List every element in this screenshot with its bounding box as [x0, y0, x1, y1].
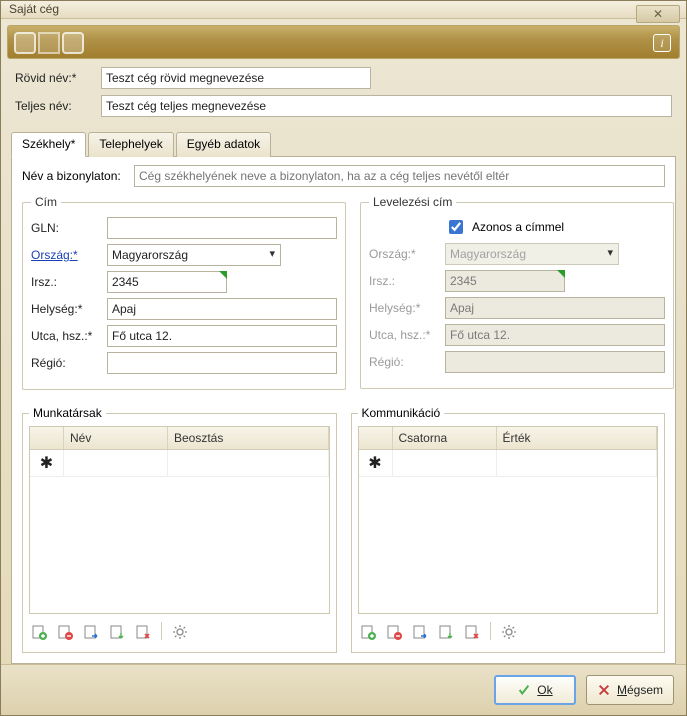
workers-grid[interactable]: Név Beosztás ✱ — [29, 426, 330, 614]
country-select[interactable]: Magyarország — [107, 244, 281, 266]
short-name-input[interactable] — [101, 67, 371, 89]
header-form: Rövid név:* Teljes név: — [1, 59, 686, 127]
cancel-label: Mégsem — [617, 683, 663, 697]
same-address-checkbox[interactable] — [449, 220, 463, 234]
col-value[interactable]: Érték — [497, 427, 658, 449]
mail-country-select: Magyarország — [445, 243, 619, 265]
mail-zip-label: Irsz.: — [369, 274, 445, 288]
window-title: Saját cég — [9, 2, 59, 16]
tab-egyeb[interactable]: Egyéb adatok — [176, 132, 271, 157]
city-label: Helység:* — [31, 302, 107, 316]
move-icon[interactable] — [410, 622, 430, 642]
tab-szekhely[interactable]: Székhely* — [11, 132, 86, 157]
comm-legend: Kommunikáció — [358, 406, 445, 420]
mail-region-input — [445, 351, 665, 373]
new-row[interactable]: ✱ — [30, 450, 329, 477]
tab-bar: Székhely* Telephelyek Egyéb adatok — [11, 131, 676, 157]
city-input[interactable] — [107, 298, 337, 320]
tab-telephelyek[interactable]: Telephelyek — [88, 132, 173, 157]
dialog-footer: Ok Mégsem — [1, 664, 686, 715]
import-icon[interactable] — [436, 622, 456, 642]
country-link[interactable]: Ország:* — [31, 248, 107, 262]
full-name-label: Teljes név: — [15, 99, 101, 113]
gln-label: GLN: — [31, 221, 107, 235]
decor-square — [38, 32, 60, 54]
biz-name-input[interactable] — [134, 165, 665, 187]
grid-rowheader — [359, 427, 393, 449]
mail-street-input — [445, 324, 665, 346]
grid-rowheader — [30, 427, 64, 449]
import-icon[interactable] — [107, 622, 127, 642]
biz-name-label: Név a bizonylaton: — [22, 169, 134, 183]
comm-grid[interactable]: Csatorna Érték ✱ — [358, 426, 659, 614]
mail-street-label: Utca, hsz.:* — [369, 328, 445, 342]
same-address-label: Azonos a címmel — [472, 220, 564, 234]
col-role[interactable]: Beosztás — [168, 427, 329, 449]
full-name-input[interactable] — [101, 95, 672, 117]
workers-legend: Munkatársak — [29, 406, 106, 420]
delete-icon[interactable] — [462, 622, 482, 642]
dialog-window: Saját cég ✕ i Rövid név:* Teljes név: Sz… — [0, 0, 687, 716]
mail-city-label: Helység:* — [369, 301, 445, 315]
mail-country-label: Ország:* — [369, 247, 445, 261]
cross-icon — [597, 683, 611, 697]
comm-toolbar — [358, 620, 659, 644]
move-icon[interactable] — [81, 622, 101, 642]
gear-icon[interactable] — [170, 622, 190, 642]
short-name-label: Rövid név:* — [15, 71, 101, 85]
region-label: Régió: — [31, 356, 107, 370]
header-banner: i — [7, 25, 680, 59]
titlebar: Saját cég ✕ — [1, 1, 686, 19]
workers-toolbar — [29, 620, 330, 644]
mail-zip-input — [445, 270, 565, 292]
separator — [161, 622, 162, 640]
check-icon — [517, 683, 531, 697]
workers-group: Munkatársak Név Beosztás ✱ — [22, 406, 337, 653]
ok-button[interactable]: Ok — [494, 675, 576, 705]
gln-input[interactable] — [107, 217, 337, 239]
address-group: Cím GLN: Ország:* Magyarország Irsz.: He… — [22, 195, 346, 390]
mail-address-group: Levelezési cím Azonos a címmel Ország:* … — [360, 195, 674, 389]
region-input[interactable] — [107, 352, 337, 374]
zip-input[interactable] — [107, 271, 227, 293]
street-input[interactable] — [107, 325, 337, 347]
close-button[interactable]: ✕ — [636, 5, 680, 23]
delete-icon[interactable] — [133, 622, 153, 642]
info-icon[interactable]: i — [653, 34, 671, 52]
comm-group: Kommunikáció Csatorna Érték ✱ — [351, 406, 666, 653]
col-channel[interactable]: Csatorna — [393, 427, 497, 449]
street-label: Utca, hsz.:* — [31, 329, 107, 343]
new-row[interactable]: ✱ — [359, 450, 658, 477]
col-name[interactable]: Név — [64, 427, 168, 449]
tab-content: Név a bizonylaton: Cím GLN: Ország:* Mag… — [11, 157, 676, 664]
decor-square — [14, 32, 36, 54]
add-icon[interactable] — [358, 622, 378, 642]
decor-square — [62, 32, 84, 54]
gear-icon[interactable] — [499, 622, 519, 642]
cancel-button[interactable]: Mégsem — [586, 675, 674, 705]
add-icon[interactable] — [29, 622, 49, 642]
zip-label: Irsz.: — [31, 275, 107, 289]
remove-icon[interactable] — [55, 622, 75, 642]
mail-city-input — [445, 297, 665, 319]
address-legend: Cím — [31, 195, 61, 209]
separator — [490, 622, 491, 640]
ok-label: Ok — [537, 683, 552, 697]
mail-legend: Levelezési cím — [369, 195, 456, 209]
mail-region-label: Régió: — [369, 355, 445, 369]
remove-icon[interactable] — [384, 622, 404, 642]
